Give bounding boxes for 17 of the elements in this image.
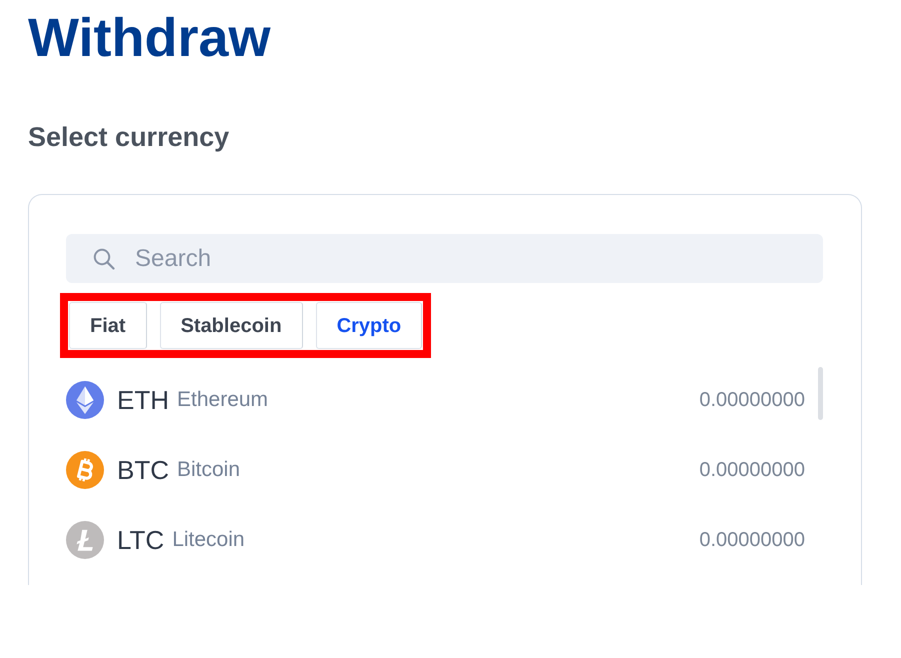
balance-amount: 0.00000000 (699, 458, 805, 483)
search-field[interactable]: Search (66, 234, 823, 283)
currency-name: Litecoin (172, 527, 245, 553)
filter-tab[interactable]: Stablecoin (160, 302, 303, 349)
scrollbar-thumb[interactable] (818, 367, 823, 420)
filter-tab[interactable]: Crypto (316, 302, 422, 349)
section-heading: Select currency (28, 121, 230, 154)
filter-tab[interactable]: Fiat (69, 302, 147, 349)
balance-amount: 0.00000000 (699, 388, 805, 413)
currency-code: BTC (117, 454, 169, 486)
page-title: Withdraw (28, 8, 270, 68)
currency-name: Bitcoin (177, 457, 240, 483)
balance-amount: 0.00000000 (699, 528, 805, 553)
currency-code: LTC (117, 524, 164, 556)
search-icon (93, 248, 115, 270)
currency-name: Ethereum (177, 387, 268, 413)
currency-code: ETH (117, 384, 169, 416)
